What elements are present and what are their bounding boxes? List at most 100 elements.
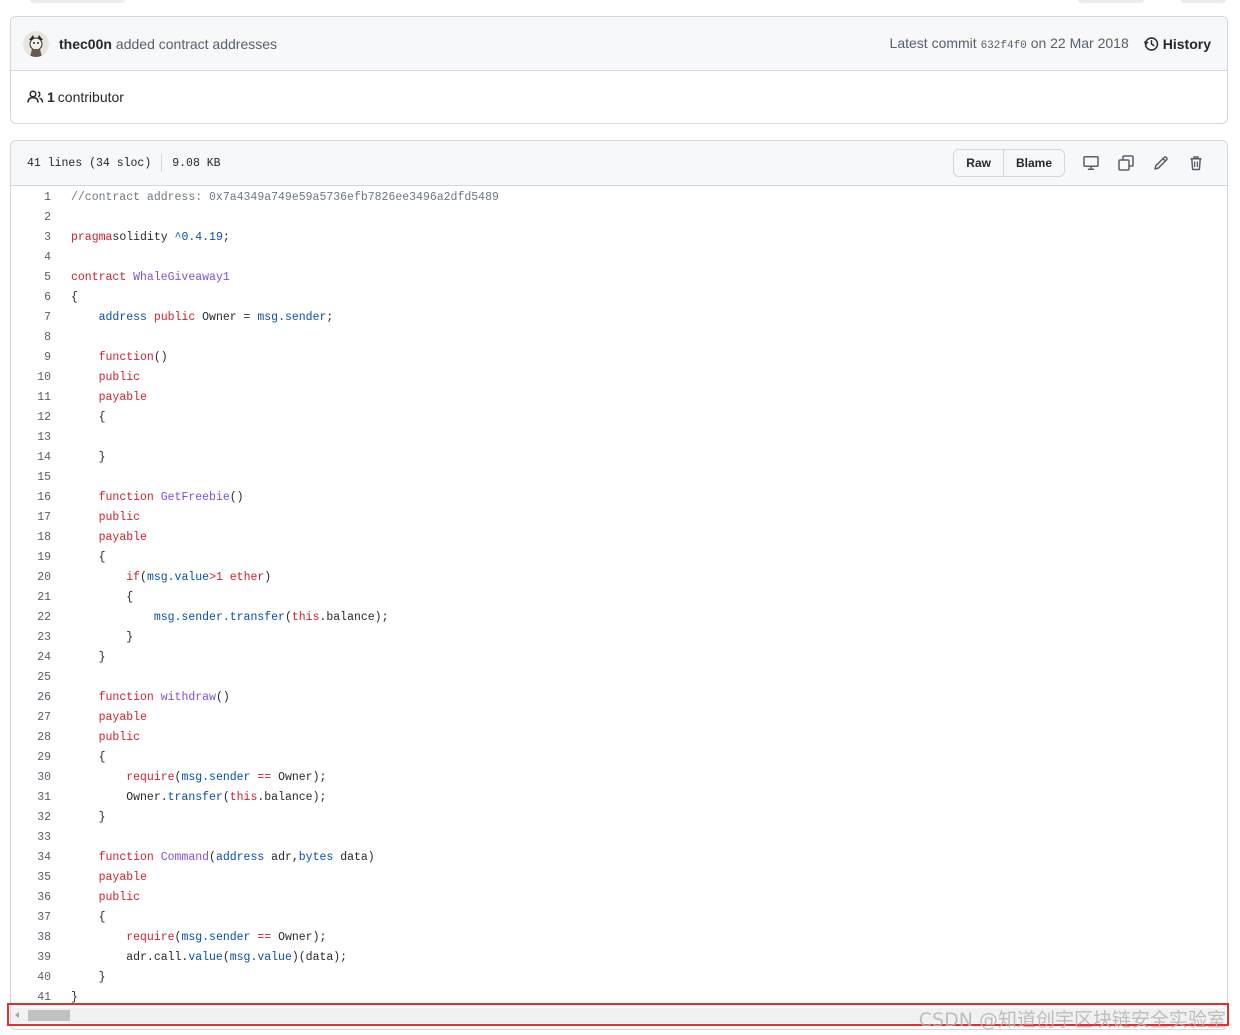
code-text: public bbox=[51, 371, 140, 384]
line-number[interactable]: 1 bbox=[11, 191, 51, 204]
raw-button[interactable]: Raw bbox=[954, 150, 1003, 176]
line-number[interactable]: 7 bbox=[11, 311, 51, 324]
author-avatar[interactable] bbox=[23, 30, 49, 57]
line-number[interactable]: 29 bbox=[11, 751, 51, 764]
line-number[interactable]: 24 bbox=[11, 651, 51, 664]
commit-date: on 22 Mar 2018 bbox=[1030, 35, 1129, 51]
code-token: == bbox=[257, 770, 272, 784]
watermark: CSDN @知道创宇区块链安全实验室 bbox=[918, 1009, 1226, 1031]
code-line: 18 payable bbox=[11, 527, 1227, 547]
line-number[interactable]: 13 bbox=[11, 431, 51, 444]
line-number[interactable]: 35 bbox=[11, 871, 51, 884]
line-number[interactable]: 26 bbox=[11, 691, 51, 704]
line-number[interactable]: 39 bbox=[11, 951, 51, 964]
contributors-row[interactable]: 1 contributor bbox=[11, 71, 1227, 123]
code-text: //contract address: 0x7a4349a749e59a5736… bbox=[51, 191, 499, 204]
line-number[interactable]: 2 bbox=[11, 211, 51, 224]
line-number[interactable]: 34 bbox=[11, 851, 51, 864]
code-text: { bbox=[51, 751, 106, 764]
code-line: 9 function() bbox=[11, 347, 1227, 367]
edit-file-button[interactable] bbox=[1143, 149, 1178, 177]
line-number[interactable]: 23 bbox=[11, 631, 51, 644]
code-text: payable bbox=[51, 871, 147, 884]
code-token: } bbox=[71, 970, 106, 984]
line-number[interactable]: 31 bbox=[11, 791, 51, 804]
code-token: ( bbox=[209, 850, 216, 864]
line-number[interactable]: 6 bbox=[11, 291, 51, 304]
line-number[interactable]: 38 bbox=[11, 931, 51, 944]
line-number[interactable]: 18 bbox=[11, 531, 51, 544]
line-number[interactable]: 21 bbox=[11, 591, 51, 604]
line-number[interactable]: 16 bbox=[11, 491, 51, 504]
line-number[interactable]: 12 bbox=[11, 411, 51, 424]
code-text: { bbox=[51, 291, 78, 304]
code-token: ( bbox=[222, 790, 230, 804]
line-number[interactable]: 11 bbox=[11, 391, 51, 404]
code-text: } bbox=[51, 971, 106, 984]
line-number[interactable]: 10 bbox=[11, 371, 51, 384]
code-token: ( bbox=[284, 610, 292, 624]
line-number[interactable]: 40 bbox=[11, 971, 51, 984]
code-text: } bbox=[51, 991, 78, 1004]
line-number[interactable]: 28 bbox=[11, 731, 51, 744]
code-line: 33 bbox=[11, 827, 1227, 847]
history-icon bbox=[1143, 36, 1159, 51]
code-line: 28 public bbox=[11, 727, 1227, 747]
line-number[interactable]: 5 bbox=[11, 271, 51, 284]
line-number[interactable]: 17 bbox=[11, 511, 51, 524]
line-number[interactable]: 4 bbox=[11, 251, 51, 264]
code-token: } bbox=[71, 450, 106, 464]
code-text: } bbox=[51, 811, 106, 824]
code-text: { bbox=[51, 911, 106, 924]
history-link[interactable]: History bbox=[1143, 36, 1211, 52]
line-number[interactable]: 14 bbox=[11, 451, 51, 464]
code-line: 3 pragmasolidity ^0.4.19; bbox=[11, 227, 1227, 247]
code-token: function bbox=[98, 350, 154, 364]
line-number[interactable]: 27 bbox=[11, 711, 51, 724]
delete-file-button[interactable] bbox=[1178, 149, 1213, 177]
blame-button[interactable]: Blame bbox=[1002, 150, 1064, 176]
code-line: 24 } bbox=[11, 647, 1227, 667]
line-number[interactable]: 33 bbox=[11, 831, 51, 844]
line-number[interactable]: 37 bbox=[11, 911, 51, 924]
line-number[interactable]: 20 bbox=[11, 571, 51, 584]
code-token: .balance); bbox=[257, 790, 327, 804]
code-token: msg.sender bbox=[257, 310, 327, 324]
line-number[interactable]: 32 bbox=[11, 811, 51, 824]
code-line: 7 address public Owner = msg.sender; bbox=[11, 307, 1227, 327]
commit-author[interactable]: thec00n bbox=[59, 36, 112, 52]
line-number[interactable]: 30 bbox=[11, 771, 51, 784]
code-view[interactable]: 1 //contract address: 0x7a4349a749e59a573… bbox=[11, 186, 1227, 1007]
contributor-count: 1 bbox=[47, 89, 55, 105]
line-number[interactable]: 8 bbox=[11, 331, 51, 344]
line-number[interactable]: 41 bbox=[11, 991, 51, 1004]
copy-raw-button[interactable] bbox=[1108, 149, 1143, 177]
code-text: address public Owner = msg.sender; bbox=[51, 310, 334, 324]
code-line: 15 bbox=[11, 467, 1227, 487]
commit-message[interactable]: added contract addresses bbox=[116, 36, 277, 52]
code-line: 20 if(msg.value>1 ether) bbox=[11, 567, 1227, 587]
code-line: 39 adr.call.value(msg.value)(data); bbox=[11, 947, 1227, 967]
code-token: withdraw bbox=[160, 690, 216, 704]
code-token: ; bbox=[326, 310, 334, 324]
top-tab-stub-left bbox=[30, 0, 125, 3]
open-desktop-button[interactable] bbox=[1073, 149, 1108, 177]
code-token: function bbox=[98, 490, 154, 504]
line-number[interactable]: 36 bbox=[11, 891, 51, 904]
line-number[interactable]: 9 bbox=[11, 351, 51, 364]
code-token: contract bbox=[71, 270, 127, 284]
line-number[interactable]: 22 bbox=[11, 611, 51, 624]
code-token: Command bbox=[160, 850, 210, 864]
code-token: if bbox=[126, 570, 141, 584]
line-number[interactable]: 3 bbox=[11, 231, 51, 244]
code-line: 22 msg.sender.transfer(this.balance); bbox=[11, 607, 1227, 627]
code-line: 11 payable bbox=[11, 387, 1227, 407]
commit-sha-link[interactable]: 632f4f0 bbox=[981, 40, 1027, 52]
code-token: msg.value bbox=[146, 570, 210, 584]
line-number[interactable]: 19 bbox=[11, 551, 51, 564]
line-number[interactable]: 15 bbox=[11, 471, 51, 484]
line-number[interactable]: 25 bbox=[11, 671, 51, 684]
